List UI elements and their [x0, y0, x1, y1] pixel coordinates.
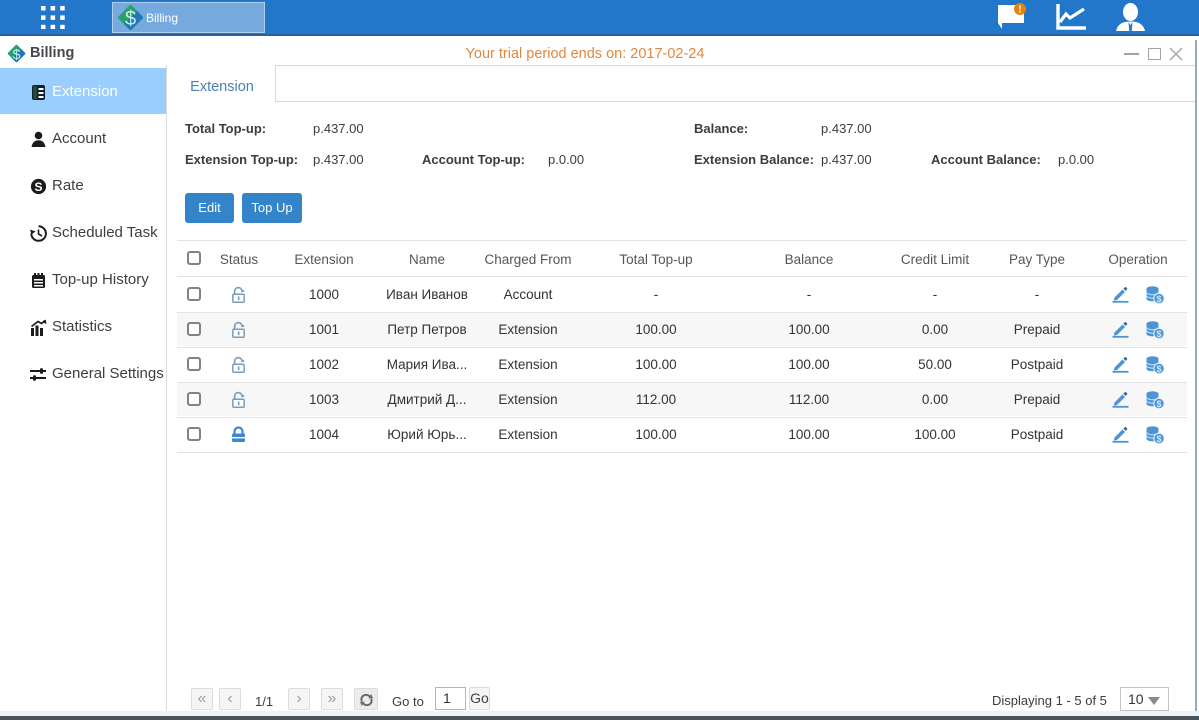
svg-text:$: $ — [125, 8, 136, 30]
svg-text:$: $ — [13, 46, 21, 62]
svg-text:S: S — [34, 180, 42, 194]
svg-text:!: ! — [1018, 5, 1021, 16]
